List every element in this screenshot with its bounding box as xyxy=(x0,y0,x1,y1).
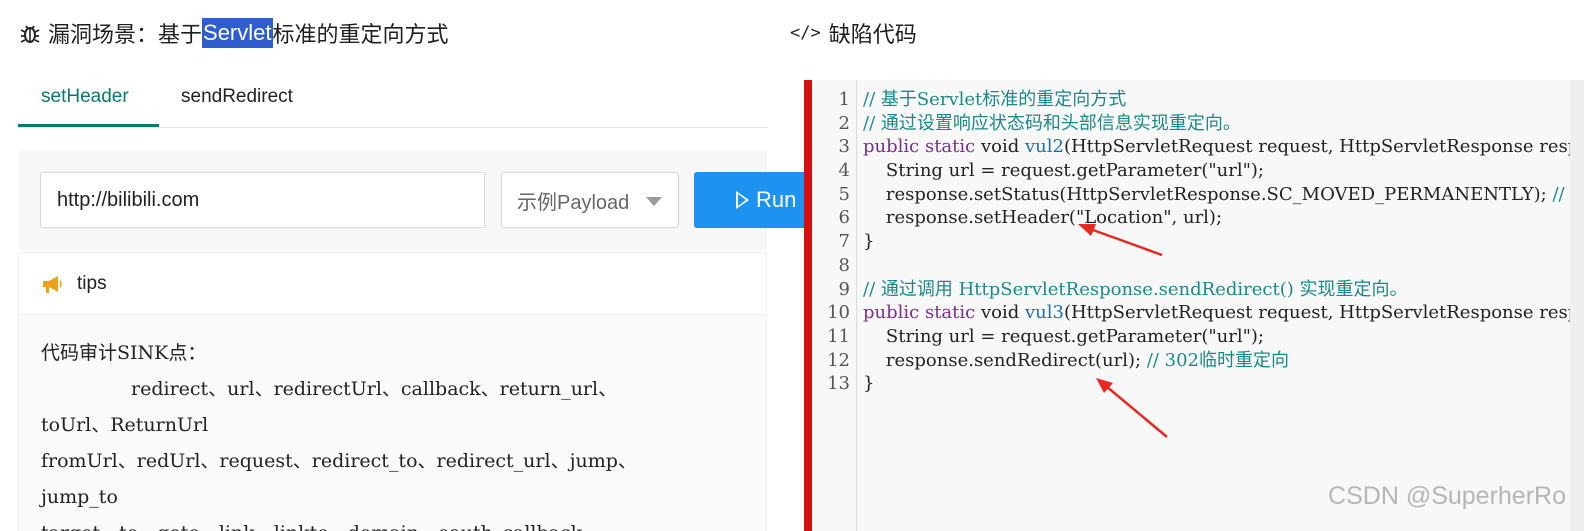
tab-sendredirect[interactable]: sendRedirect xyxy=(181,86,293,108)
code-text: response.setHeader("Location", url); xyxy=(852,206,1222,230)
code-line: 9 // 通过调用 HttpServletResponse.sendRedirec… xyxy=(804,278,1584,302)
code-line: 4 String url = request.getParameter("url… xyxy=(804,159,1584,183)
code-text: public static void vul3(HttpServletReque… xyxy=(852,301,1584,325)
tips-header: tips xyxy=(18,252,767,314)
chevron-down-icon xyxy=(646,197,662,206)
line-number: 11 xyxy=(827,325,850,347)
code-line: 1 // 基于Servlet标准的重定向方式 xyxy=(804,88,1584,112)
request-form: 示例Payload Run xyxy=(18,150,824,250)
code-editor[interactable]: 1 // 基于Servlet标准的重定向方式 2 // 通过设置响应状态码和头部信息实… xyxy=(804,80,1584,531)
megaphone-icon xyxy=(43,275,62,293)
code-token: String url = request.getParameter("url")… xyxy=(863,325,1264,347)
code-token: vul2 xyxy=(1024,136,1064,158)
tips-label: tips xyxy=(77,272,107,294)
title-highlight: Servlet xyxy=(202,18,273,48)
line-number: 7 xyxy=(838,231,850,253)
code-token: void xyxy=(980,136,1025,158)
code-panel-title: </> 缺陷代码 xyxy=(790,16,917,50)
code-line: 11 String url = request.getParameter("ur… xyxy=(804,325,1584,349)
code-text: // 通过调用 HttpServletResponse.sendRedirect… xyxy=(852,278,1408,302)
run-button-label: Run xyxy=(756,187,797,212)
code-token: response.setStatus(HttpServletResponse.S… xyxy=(863,183,1553,205)
line-number: 2 xyxy=(838,112,850,134)
tips-line: target、to、goto、link、linkto、domain、oauth_… xyxy=(41,515,766,531)
code-token: public static xyxy=(863,302,981,324)
line-number: 13 xyxy=(827,373,850,395)
code-token: vul3 xyxy=(1024,302,1064,324)
code-line: 13} xyxy=(804,372,1584,396)
active-tab-indicator xyxy=(18,124,159,127)
code-line: 5 response.setStatus(HttpServletResponse… xyxy=(804,183,1584,207)
line-number: 5 xyxy=(838,183,850,205)
line-number: 1 xyxy=(838,89,850,110)
code-line: 6 response.setHeader("Location", url); xyxy=(804,206,1584,230)
code-text: response.sendRedirect(url); // 302临时重定向 xyxy=(852,349,1289,373)
code-token: // 基于Servlet标准的重定向方式 xyxy=(863,89,1127,110)
code-token: response.sendRedirect(url); xyxy=(863,349,1147,371)
title-prefix: 漏洞场景：基于 xyxy=(48,22,203,47)
tab-setheader[interactable]: setHeader xyxy=(41,86,129,108)
code-token: } xyxy=(863,231,875,253)
code-text: } xyxy=(852,372,874,396)
code-text: String url = request.getParameter("url")… xyxy=(852,159,1264,183)
code-token: public static xyxy=(863,136,981,158)
code-panel-title-text: 缺陷代码 xyxy=(828,22,917,47)
tips-line: fromUrl、redUrl、request、redirect_to、redir… xyxy=(41,450,637,472)
line-number: 10 xyxy=(827,302,850,324)
code-text: String url = request.getParameter("url")… xyxy=(852,325,1264,349)
tips-content: 代码审计SINK点： redirect、url、redirectUrl、call… xyxy=(18,314,767,531)
code-text: // 基于Servlet标准的重定向方式 xyxy=(852,88,1126,112)
code-text: // 通过设置响应状态码和头部信息实现重定向。 xyxy=(852,112,1241,136)
line-number: 3 xyxy=(838,136,850,158)
code-line: 8 xyxy=(804,254,1584,278)
payload-select-value: 示例Payload xyxy=(517,191,630,214)
code-lines: 1 // 基于Servlet标准的重定向方式 2 // 通过设置响应状态码和头部信息实… xyxy=(804,88,1584,396)
code-text: public static void vul2(HttpServletReque… xyxy=(852,135,1584,159)
code-token: // 302临时重定向 xyxy=(1146,349,1290,371)
url-input[interactable] xyxy=(40,172,485,228)
code-token: } xyxy=(863,373,875,395)
code-token: // 通过设置响应状态码和头部信息实现重定向。 xyxy=(863,112,1241,134)
code-text: } xyxy=(852,230,874,254)
code-token: response.setHeader("Location", url); xyxy=(863,207,1223,229)
code-token: (HttpServletRequest request, HttpServlet… xyxy=(1063,302,1584,324)
tips-line: redirect、url、redirectUrl、callback、return… xyxy=(131,378,618,400)
code-line: 7} xyxy=(804,230,1584,254)
tips-line: 代码审计SINK点： xyxy=(41,342,207,364)
tips-line: toUrl、ReturnUrl xyxy=(41,414,209,436)
code-line: 2 // 通过设置响应状态码和头部信息实现重定向。 xyxy=(804,112,1584,136)
play-icon xyxy=(736,191,749,209)
bug-icon xyxy=(20,25,40,43)
code-icon: </> xyxy=(790,23,821,43)
line-number: 4 xyxy=(838,160,850,182)
code-token: (HttpServletRequest request, HttpServlet… xyxy=(1063,136,1584,158)
payload-select[interactable]: 示例Payload xyxy=(501,172,679,228)
tab-bar: setHeader sendRedirect xyxy=(18,68,767,128)
watermark: CSDN @SuperherRo xyxy=(1328,482,1566,510)
code-line: 10 public static void vul3(HttpServletReq… xyxy=(804,301,1584,325)
code-token: String url = request.getParameter("url")… xyxy=(863,160,1264,182)
code-token: // 通过调用 HttpServletResponse.sendRedirect… xyxy=(863,278,1408,300)
editor-scrollbar[interactable] xyxy=(1570,80,1584,531)
tips-line: jump_to xyxy=(41,486,118,508)
code-line: 12 response.sendRedirect(url); // 302临时重… xyxy=(804,349,1584,373)
line-number: 9 xyxy=(838,278,850,300)
scenario-title: 漏洞场景：基于 Servlet 标准的重定向方式 xyxy=(18,16,449,50)
title-suffix: 标准的重定向方式 xyxy=(272,22,449,47)
line-number: 12 xyxy=(827,349,850,371)
code-text: response.setStatus(HttpServletResponse.S… xyxy=(852,183,1584,207)
line-number: 6 xyxy=(838,207,850,229)
code-line: 3 public static void vul2(HttpServletRequ… xyxy=(804,135,1584,159)
line-number: 8 xyxy=(838,254,850,276)
code-token: void xyxy=(980,302,1025,324)
